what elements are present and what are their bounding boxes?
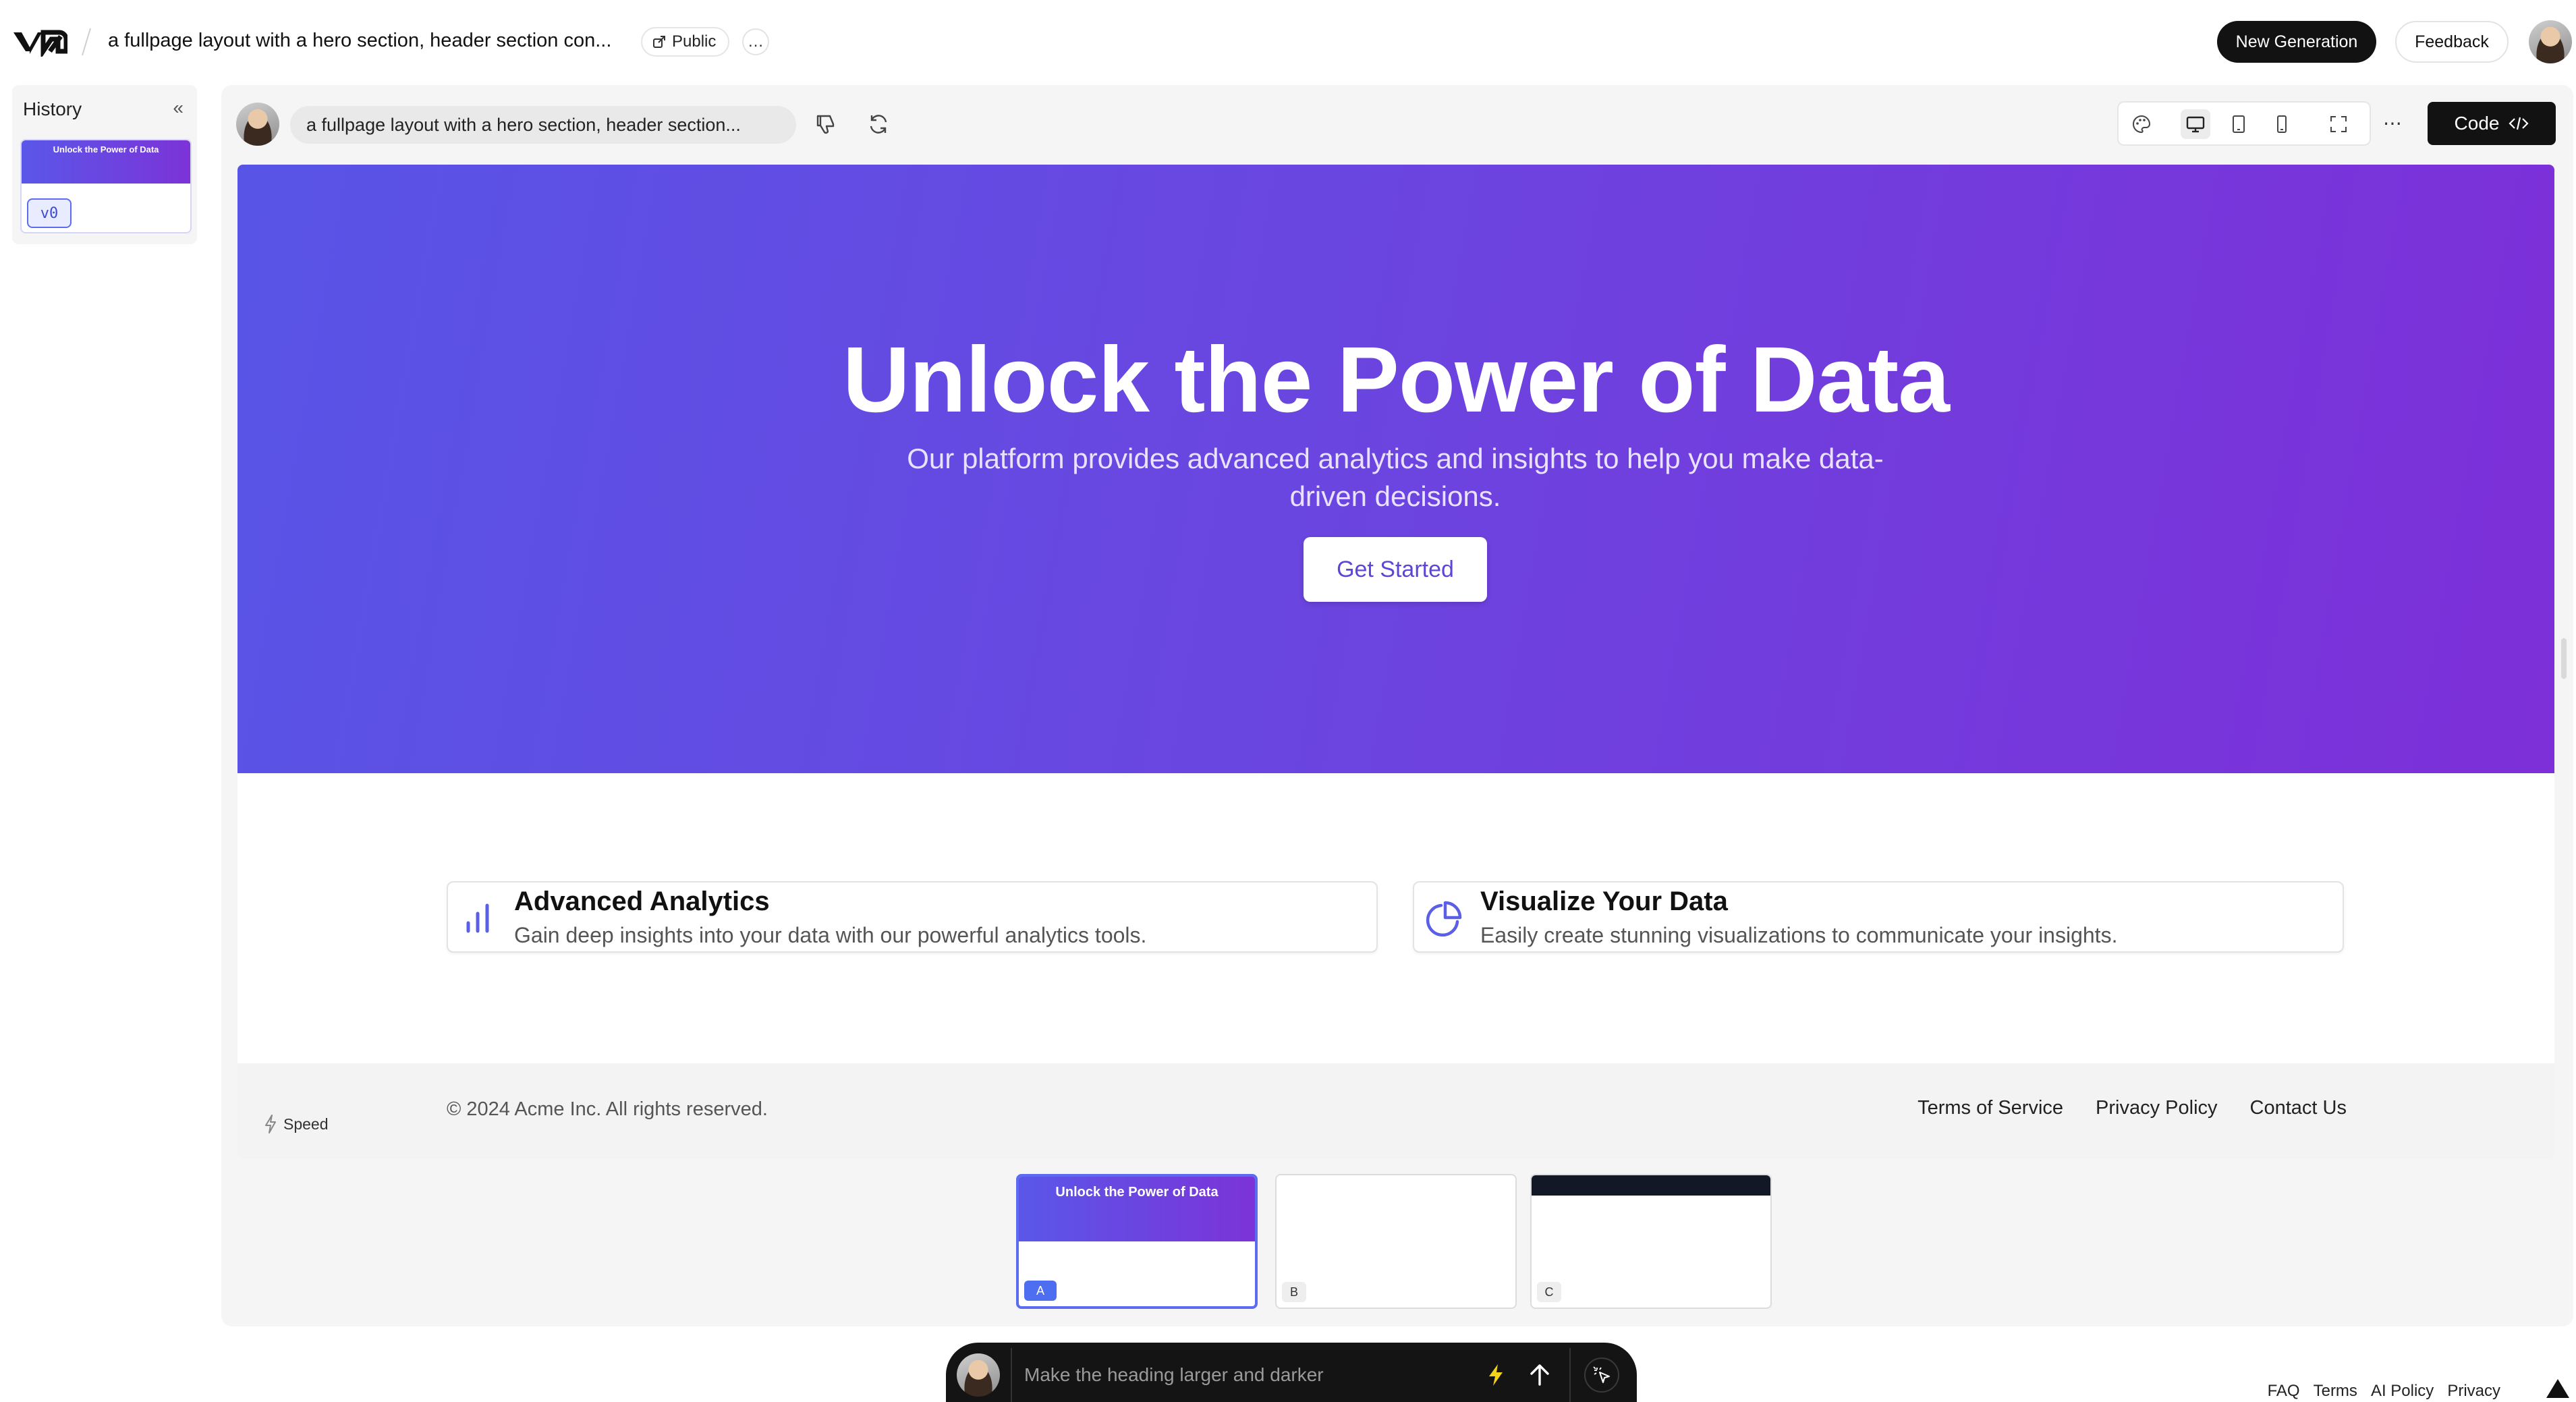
top-bar: a fullpage layout with a hero section, h… [0, 0, 2576, 84]
variant-thumbnail-a[interactable]: Unlock the Power of Data A [1016, 1174, 1258, 1309]
hero-heading: Unlock the Power of Data [843, 328, 1950, 432]
hero-subheading: Our platform provides advanced analytics… [907, 443, 1884, 512]
theme-button[interactable] [2127, 109, 2156, 139]
history-panel: History « Unlock the Power of Data v0 [12, 85, 197, 244]
user-avatar[interactable] [2529, 20, 2572, 63]
variant-thumbnail-b[interactable]: B [1275, 1174, 1517, 1309]
desktop-view-button[interactable] [2181, 109, 2210, 139]
get-started-button[interactable]: Get Started [1304, 537, 1487, 602]
breadcrumb-separator-icon [82, 28, 91, 56]
send-arrow-icon[interactable] [1526, 1362, 1553, 1389]
hero-section: Unlock the Power of Data Our platform pr… [237, 165, 2554, 773]
mobile-view-button[interactable] [2267, 109, 2297, 139]
prompt-message[interactable]: a fullpage layout with a hero section, h… [290, 106, 796, 144]
palette-icon [2133, 115, 2151, 134]
thumbs-down-icon[interactable] [814, 112, 838, 136]
tablet-view-button[interactable] [2224, 109, 2253, 139]
code-button-label: Code [2454, 113, 2500, 134]
footer-links: Terms of Service Privacy Policy Contact … [1917, 1097, 2347, 1119]
copyright-text: © 2024 Acme Inc. All rights reserved. [447, 1098, 768, 1120]
visibility-button[interactable]: Public [641, 27, 730, 57]
cursor-select-icon [1593, 1366, 1610, 1383]
bolt-icon [265, 1115, 276, 1133]
new-generation-button[interactable]: New Generation [2217, 21, 2376, 63]
phone-icon [2277, 115, 2287, 133]
panel-resize-handle[interactable] [2561, 638, 2567, 679]
collapse-sidebar-icon[interactable]: « [173, 97, 184, 119]
view-toolbar [2117, 101, 2371, 146]
variant-hero-preview: Unlock the Power of Data [1019, 1177, 1255, 1241]
legal-link-ai-policy[interactable]: AI Policy [2371, 1382, 2434, 1401]
variant-header-preview [1532, 1175, 1770, 1196]
legal-link-privacy[interactable]: Privacy [2447, 1382, 2500, 1401]
version-badge: v0 [27, 198, 72, 228]
share-icon [653, 36, 665, 48]
feature-card: Visualize Your Data Easily create stunni… [1413, 881, 2344, 953]
footer-link-terms[interactable]: Terms of Service [1917, 1097, 2063, 1119]
monitor-icon [2186, 116, 2205, 133]
code-icon [2509, 117, 2529, 130]
divider [1011, 1348, 1012, 1402]
feature-description: Gain deep insights into your data with o… [514, 923, 1147, 947]
variant-label: B [1282, 1282, 1306, 1302]
prompt-author-avatar [236, 103, 279, 146]
more-options-button[interactable]: … [742, 28, 769, 55]
visibility-label: Public [672, 32, 717, 51]
legal-link-faq[interactable]: FAQ [2268, 1382, 2300, 1401]
preview-frame: Unlock the Power of Data Our platform pr… [237, 165, 2554, 1159]
fullscreen-icon [2330, 116, 2347, 132]
feature-title: Visualize Your Data [1480, 887, 1728, 916]
chat-title[interactable]: a fullpage layout with a hero section, h… [108, 30, 611, 52]
composer-avatar [957, 1353, 1000, 1397]
speed-indicator[interactable]: Speed [264, 1115, 329, 1133]
tablet-icon [2233, 115, 2245, 133]
feature-title: Advanced Analytics [514, 887, 770, 916]
legal-link-terms[interactable]: Terms [2314, 1382, 2357, 1401]
divider [1569, 1348, 1571, 1402]
feature-card: Advanced Analytics Gain deep insights in… [447, 881, 1378, 953]
feature-description: Easily create stunning visualizations to… [1480, 923, 2118, 947]
fast-mode-icon[interactable] [1486, 1363, 1506, 1387]
variant-label: C [1537, 1282, 1561, 1302]
legal-links: FAQ Terms AI Policy Privacy [2268, 1382, 2500, 1401]
toolbar-more-button[interactable]: ⋯ [2378, 108, 2407, 138]
footer-link-privacy[interactable]: Privacy Policy [2096, 1097, 2218, 1119]
regenerate-icon[interactable] [866, 112, 891, 136]
thumbnail-hero: Unlock the Power of Data [22, 140, 190, 184]
pie-chart-icon [1426, 901, 1462, 937]
prompt-input[interactable] [1024, 1362, 1456, 1389]
element-select-button[interactable] [1584, 1357, 1619, 1393]
footer-link-contact[interactable]: Contact Us [2250, 1097, 2347, 1119]
history-title: History [23, 99, 82, 119]
code-button[interactable]: Code [2428, 102, 2556, 145]
vercel-logo-icon[interactable] [2546, 1379, 2569, 1398]
history-version-thumbnail[interactable]: Unlock the Power of Data v0 [20, 139, 192, 233]
feedback-button[interactable]: Feedback [2395, 21, 2509, 63]
site-footer: Speed © 2024 Acme Inc. All rights reserv… [237, 1063, 2554, 1159]
bar-chart-icon [466, 903, 489, 933]
fullscreen-button[interactable] [2324, 109, 2353, 139]
variant-label: A [1024, 1281, 1057, 1301]
ellipsis-icon: … [748, 32, 764, 51]
speed-label: Speed [283, 1115, 329, 1133]
variant-thumbnail-c[interactable]: C [1530, 1174, 1772, 1309]
v0-logo-icon[interactable] [12, 27, 67, 57]
